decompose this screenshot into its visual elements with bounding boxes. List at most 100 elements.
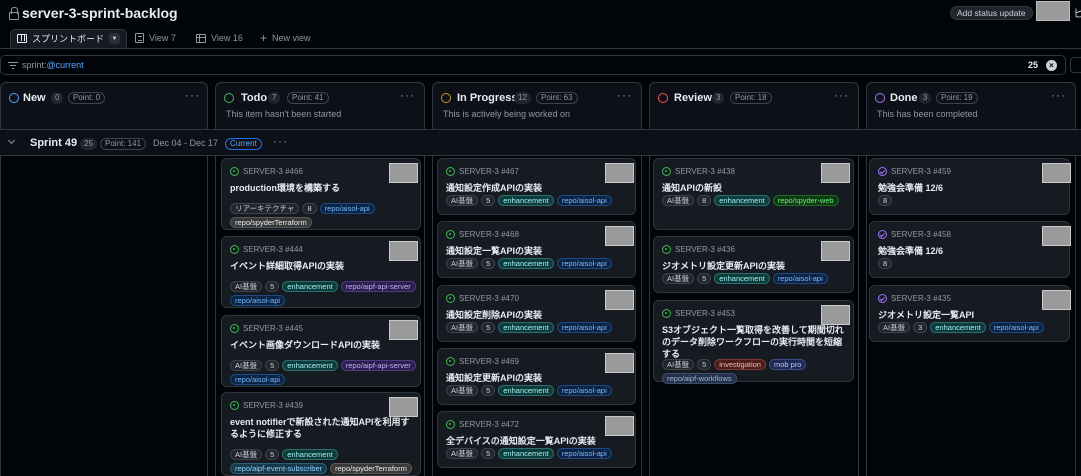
issue-label[interactable]: enhancement xyxy=(498,258,554,269)
issue-title[interactable]: 全デバイスの通知設定一覧APIの実装 xyxy=(446,435,629,447)
issue-title[interactable]: 通知APIの新設 xyxy=(662,182,847,194)
estimate-badge[interactable]: 8 xyxy=(878,258,893,269)
issue-label[interactable]: AI基盤 xyxy=(662,195,695,206)
issue-label[interactable]: enhancement xyxy=(714,195,770,206)
chevron-down-icon[interactable] xyxy=(7,136,16,145)
issue-label[interactable]: enhancement xyxy=(282,360,338,371)
issue-card[interactable]: SERVER-3 #453 S3オブジェクト一覧取得を改善して期間切れのデータ削除… xyxy=(653,300,854,384)
issue-card[interactable]: SERVER-3 #458 勉強会準備 12/6 8 xyxy=(869,221,1071,278)
issue-label[interactable]: repo/spyder-web xyxy=(772,195,839,206)
issue-card[interactable]: SERVER-3 #445 イベント画像ダウンロードAPIの実装 AI基盤 5 enha… xyxy=(221,315,421,387)
issue-card[interactable]: SERVER-3 #439 event notifierで新設された通知APIを利… xyxy=(221,392,421,476)
estimate-badge[interactable]: 5 xyxy=(481,258,496,269)
issue-label[interactable]: AI基盤 xyxy=(446,385,479,396)
new-view-button[interactable]: + New view xyxy=(260,29,311,47)
issue-label[interactable]: AI基盤 xyxy=(230,449,263,460)
issue-label[interactable]: AI基盤 xyxy=(446,448,479,459)
tab-sprint-board[interactable]: スプリントボード ▼ xyxy=(10,29,128,48)
issue-label[interactable]: enhancement xyxy=(282,449,338,460)
estimate-badge[interactable]: 5 xyxy=(481,448,496,459)
issue-label[interactable]: repo/aipf-workflows xyxy=(662,373,737,384)
issue-label[interactable]: enhancement xyxy=(498,322,554,333)
estimate-badge[interactable]: 5 xyxy=(481,322,496,333)
issue-label[interactable]: repo/aipf-event-subscriber xyxy=(230,463,328,474)
issue-title[interactable]: ジオメトリ設定一覧API xyxy=(878,309,1063,321)
issue-label[interactable]: repo/aisol-api xyxy=(988,322,1044,333)
issue-label[interactable]: repo/aisol-api xyxy=(319,203,375,214)
issue-label[interactable]: repo/aisol-api xyxy=(556,448,612,459)
estimate-badge[interactable]: 8 xyxy=(302,203,317,214)
issue-card[interactable]: SERVER-3 #444 イベント詳細取得APIの実装 AI基盤 5 enhancem… xyxy=(221,236,421,308)
tab-view-7[interactable]: View 7 xyxy=(135,29,176,47)
issue-label[interactable]: repo/spyderTerraform xyxy=(330,463,412,474)
issue-label[interactable]: enhancement xyxy=(498,385,554,396)
issue-title[interactable]: 通知設定一覧APIの実装 xyxy=(446,245,629,257)
column-menu-icon[interactable]: ··· xyxy=(1051,88,1066,102)
issue-card[interactable]: SERVER-3 #467 通知設定作成APIの実装 AI基盤 5 enhancemen… xyxy=(437,158,636,215)
estimate-badge[interactable]: 5 xyxy=(265,360,280,371)
sprint-group-header[interactable]: Sprint 49 25 Point: 141 Dec 04 - Dec 17 … xyxy=(0,129,1081,156)
estimate-badge[interactable]: 5 xyxy=(265,281,280,292)
estimate-badge[interactable]: 5 xyxy=(697,359,712,370)
add-status-update-button[interactable]: Add status update xyxy=(950,6,1033,20)
issue-title[interactable]: 勉強会準備 12/6 xyxy=(878,182,1063,194)
estimate-badge[interactable]: 8 xyxy=(697,195,712,206)
issue-card[interactable]: SERVER-3 #438 通知APIの新設 AI基盤 8 enhancement rep… xyxy=(653,158,854,230)
issue-label[interactable]: repo/aisol-api xyxy=(230,295,286,306)
issue-card[interactable]: SERVER-3 #470 通知設定削除APIの実装 AI基盤 5 enhancemen… xyxy=(437,285,636,342)
issue-title[interactable]: S3オブジェクト一覧取得を改善して期間切れのデータ削除ワークフローの実行時間を短… xyxy=(662,324,847,360)
issue-label[interactable]: enhancement xyxy=(498,448,554,459)
issue-title[interactable]: ジオメトリ設定更新APIの実装 xyxy=(662,260,847,272)
issue-label[interactable]: AI基盤 xyxy=(446,322,479,333)
issue-label[interactable]: AI基盤 xyxy=(230,281,263,292)
issue-label[interactable]: repo/aisol-api xyxy=(556,258,612,269)
filter-input[interactable]: sprint:@current 25 × xyxy=(0,55,1066,75)
issue-label[interactable]: repo/spyderTerraform xyxy=(230,217,312,228)
issue-title[interactable]: 通知設定更新APIの実装 xyxy=(446,372,629,384)
issue-label[interactable]: AI基盤 xyxy=(230,360,263,371)
column-menu-icon[interactable]: ··· xyxy=(185,88,200,102)
issue-label[interactable]: enhancement xyxy=(498,195,554,206)
issue-card[interactable]: SERVER-3 #466 production環境を構築する リアーキテクチャ 8 r… xyxy=(221,158,421,230)
issue-card[interactable]: SERVER-3 #459 勉強会準備 12/6 8 xyxy=(869,158,1071,215)
estimate-badge[interactable]: 3 xyxy=(913,322,928,333)
estimate-badge[interactable]: 5 xyxy=(265,449,280,460)
sprint-menu-icon[interactable]: ··· xyxy=(273,134,288,148)
issue-label[interactable]: AI基盤 xyxy=(662,273,695,284)
clear-filter-icon[interactable]: × xyxy=(1046,60,1057,71)
issue-card[interactable]: SERVER-3 #436 ジオメトリ設定更新APIの実装 AI基盤 5 enhance… xyxy=(653,236,854,293)
issue-label[interactable]: repo/aisol-api xyxy=(556,385,612,396)
column-menu-icon[interactable]: ··· xyxy=(834,88,849,102)
issue-title[interactable]: 勉強会準備 12/6 xyxy=(878,245,1063,257)
estimate-badge[interactable]: 5 xyxy=(481,195,496,206)
tab-view-16[interactable]: View 16 xyxy=(196,29,243,47)
issue-title[interactable]: event notifierで新設された通知APIを利用するように修正する xyxy=(230,416,414,440)
issue-card[interactable]: SERVER-3 #435 ジオメトリ設定一覧API AI基盤 3 enhancemen… xyxy=(869,285,1071,342)
issue-label[interactable]: repo/aisol-api xyxy=(772,273,828,284)
issue-card[interactable]: SERVER-3 #472 全デバイスの通知設定一覧APIの実装 AI基盤 5 enha… xyxy=(437,411,636,468)
issue-card[interactable]: SERVER-3 #468 通知設定一覧APIの実装 AI基盤 5 enhancemen… xyxy=(437,221,636,278)
issue-label[interactable]: repo/aisol-api xyxy=(556,322,612,333)
issue-label[interactable]: enhancement xyxy=(282,281,338,292)
issue-label[interactable]: enhancement xyxy=(714,273,770,284)
issue-title[interactable]: イベント画像ダウンロードAPIの実装 xyxy=(230,339,414,351)
issue-label[interactable]: repo/aipf-api-server xyxy=(340,281,416,292)
issue-label[interactable]: AI基盤 xyxy=(446,258,479,269)
issue-label[interactable]: AI基盤 xyxy=(446,195,479,206)
chevron-down-icon[interactable]: ▼ xyxy=(109,33,121,44)
issue-title[interactable]: production環境を構築する xyxy=(230,182,414,194)
issue-label[interactable]: enhancement xyxy=(930,322,986,333)
issue-label[interactable]: mob pro xyxy=(768,359,807,370)
estimate-badge[interactable]: 5 xyxy=(697,273,712,284)
column-menu-icon[interactable]: ··· xyxy=(400,88,415,102)
issue-label[interactable]: repo/aisol-api xyxy=(556,195,612,206)
issue-label[interactable]: repo/aisol-api xyxy=(230,374,286,385)
issue-label[interactable]: repo/aipf-api-server xyxy=(340,360,416,371)
issue-title[interactable]: 通知設定削除APIの実装 xyxy=(446,309,629,321)
project-title[interactable]: server-3-sprint-backlog xyxy=(8,5,178,21)
issue-label[interactable]: investigation xyxy=(714,359,766,370)
issue-card[interactable]: SERVER-3 #469 通知設定更新APIの実装 AI基盤 5 enhancemen… xyxy=(437,348,636,405)
estimate-badge[interactable]: 5 xyxy=(481,385,496,396)
estimate-badge[interactable]: 8 xyxy=(878,195,893,206)
issue-label[interactable]: AI基盤 xyxy=(878,322,911,333)
